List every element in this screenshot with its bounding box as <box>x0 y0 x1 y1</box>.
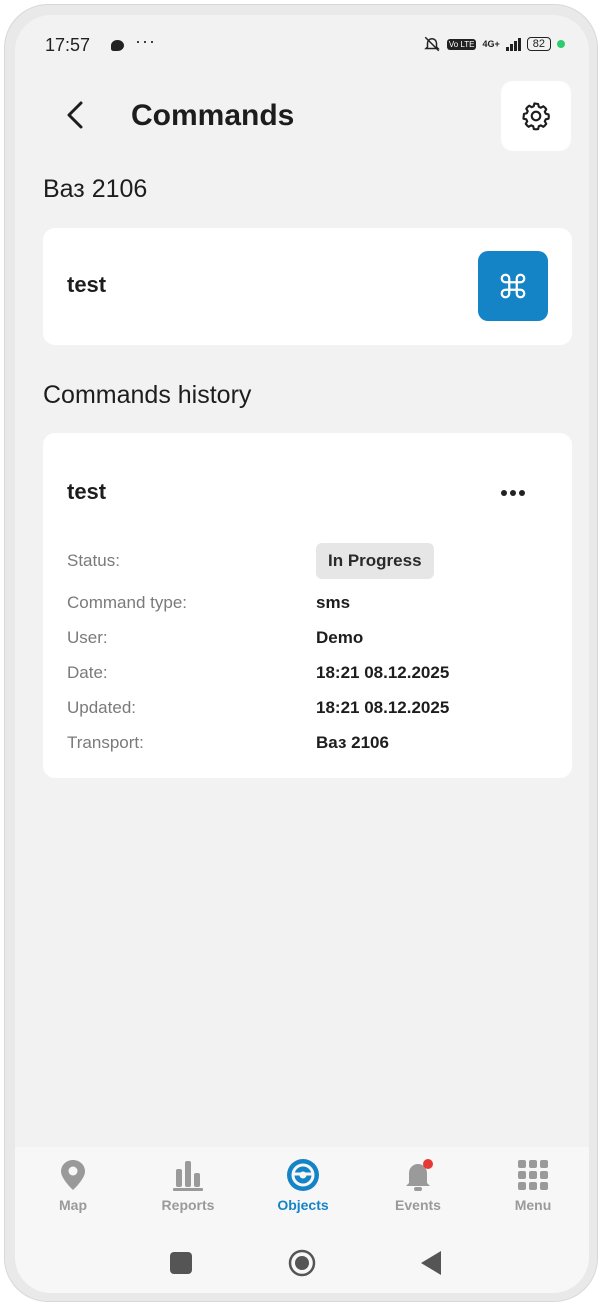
transport-value: Ваз 2106 <box>316 733 389 752</box>
settings-button[interactable] <box>501 81 571 151</box>
volte-badge: Vo LTE <box>446 38 477 50</box>
privacy-indicator-dot <box>557 40 565 48</box>
command-name: test <box>67 272 107 297</box>
command-type-label: Command type: <box>67 593 187 612</box>
signal-icon <box>505 37 521 51</box>
nav-label-events: Events <box>395 1197 441 1213</box>
history-section-title: Commands history <box>43 381 252 409</box>
bell-icon <box>406 1159 433 1191</box>
date-value: 18:21 08.12.2025 <box>316 663 450 682</box>
chevron-left-icon <box>67 101 83 129</box>
user-label: User: <box>67 628 108 647</box>
command-key-icon <box>500 273 526 299</box>
history-command-name: test <box>67 479 107 504</box>
command-type-value: sms <box>316 593 351 612</box>
nav-item-objects[interactable]: Objects <box>253 1157 353 1227</box>
object-name: Ваз 2106 <box>43 175 148 203</box>
back-nav-button[interactable] <box>419 1250 443 1276</box>
gear-icon <box>522 102 550 131</box>
recent-apps-button[interactable] <box>169 1251 193 1275</box>
nav-item-reports[interactable]: Reports <box>138 1157 238 1227</box>
user-value: Demo <box>316 628 364 647</box>
nav-label-map: Map <box>59 1197 87 1213</box>
network-type: 4G+ <box>482 38 500 49</box>
date-label: Date: <box>67 663 108 682</box>
updated-value: 18:21 08.12.2025 <box>316 698 450 717</box>
status-bar: 17:57 ··· Vo LTE 4G+ 82 <box>15 15 589 65</box>
more-options-button[interactable] <box>493 483 533 503</box>
status-label: Status: <box>67 551 120 570</box>
transport-label: Transport: <box>67 733 144 752</box>
send-command-button[interactable] <box>478 251 548 321</box>
chat-notification-icon <box>111 40 124 51</box>
nav-label-menu: Menu <box>514 1197 552 1213</box>
steering-wheel-icon <box>287 1159 319 1191</box>
home-button[interactable] <box>288 1249 316 1277</box>
more-horizontal-icon <box>501 490 525 496</box>
page-title: Commands <box>131 99 295 132</box>
history-card: test Status: In Progress Command type: s… <box>43 433 572 778</box>
status-more-dots: ··· <box>135 31 156 51</box>
bell-muted-icon <box>424 36 440 52</box>
map-pin-icon <box>61 1160 85 1190</box>
status-time: 17:57 <box>45 35 91 55</box>
system-navigation-bar <box>15 1249 589 1281</box>
updated-label: Updated: <box>67 698 136 717</box>
device-frame: 17:57 ··· Vo LTE 4G+ 82 Commands Ваз 210… <box>4 4 598 1302</box>
nav-label-objects: Objects <box>277 1197 329 1213</box>
battery-level: 82 <box>526 37 551 51</box>
command-card[interactable]: test <box>43 228 572 345</box>
nav-item-map[interactable]: Map <box>23 1157 123 1227</box>
grid-icon <box>518 1160 548 1190</box>
bar-chart-icon <box>173 1161 203 1191</box>
app-screen: 17:57 ··· Vo LTE 4G+ 82 Commands Ваз 210… <box>15 15 589 1293</box>
nav-item-menu[interactable]: Menu <box>483 1157 583 1227</box>
status-badge: In Progress <box>316 543 434 579</box>
nav-label-reports: Reports <box>161 1197 215 1213</box>
back-button[interactable] <box>57 97 93 133</box>
nav-item-events[interactable]: Events <box>368 1157 468 1227</box>
status-indicators: Vo LTE 4G+ 82 <box>423 35 565 53</box>
